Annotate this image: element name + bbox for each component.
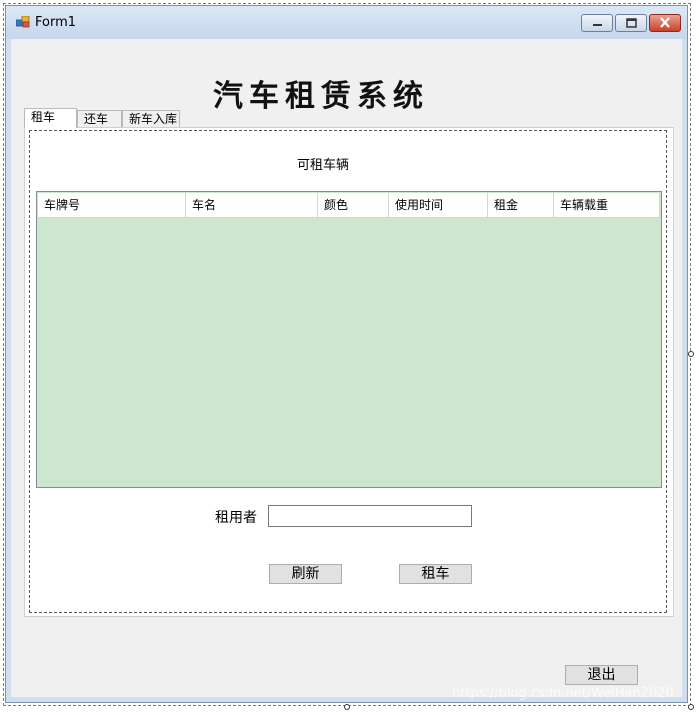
exit-button[interactable]: 退出 (565, 665, 638, 685)
column-header-rent[interactable]: 租金 (488, 193, 554, 217)
app-title: 汽车租赁系统 (213, 79, 429, 114)
close-icon (660, 17, 670, 28)
column-header-load[interactable]: 车辆载重 (554, 193, 660, 217)
resize-handle-corner[interactable] (688, 704, 694, 710)
column-header-color[interactable]: 颜色 (318, 193, 389, 217)
form-window: Form1 汽车租赁系统 租车 还车 新车入库 可租车辆 车牌号 车名 颜色 使… (5, 5, 688, 703)
grid-caption: 可租车辆 (297, 158, 350, 173)
tab-new-car[interactable]: 新车入库 (122, 110, 180, 128)
title-bar[interactable]: Form1 (6, 6, 687, 39)
renter-label: 租用者 (215, 510, 257, 526)
watermark: https://blog.csdn.net/WeiHan2020 (452, 686, 674, 701)
column-header-plate[interactable]: 车牌号 (38, 193, 186, 217)
app-icon (16, 16, 30, 28)
grid-header: 车牌号 车名 颜色 使用时间 租金 车辆载重 (38, 193, 660, 218)
minimize-button[interactable] (581, 14, 613, 32)
rent-button[interactable]: 租车 (399, 564, 472, 584)
window-title: Form1 (35, 15, 77, 30)
resize-handle-right[interactable] (688, 351, 694, 357)
renter-input[interactable] (268, 505, 472, 527)
available-cars-grid[interactable]: 车牌号 车名 颜色 使用时间 租金 车辆载重 (36, 191, 662, 488)
resize-handle-bottom[interactable] (344, 704, 350, 710)
minimize-icon (593, 24, 602, 26)
rent-panel: 可租车辆 车牌号 车名 颜色 使用时间 租金 车辆载重 租用者 刷新 租车 (29, 130, 667, 613)
column-header-name[interactable]: 车名 (186, 193, 318, 217)
close-button[interactable] (649, 14, 681, 32)
column-header-usage-time[interactable]: 使用时间 (389, 193, 488, 217)
maximize-button[interactable] (615, 14, 647, 32)
maximize-icon (626, 18, 637, 28)
refresh-button[interactable]: 刷新 (269, 564, 342, 584)
tab-page-rent: 可租车辆 车牌号 车名 颜色 使用时间 租金 车辆载重 租用者 刷新 租车 (24, 127, 674, 617)
tab-rent[interactable]: 租车 (24, 108, 77, 128)
form-client-area: 汽车租赁系统 租车 还车 新车入库 可租车辆 车牌号 车名 颜色 使用时间 租金… (11, 39, 682, 697)
tab-return[interactable]: 还车 (77, 110, 122, 128)
